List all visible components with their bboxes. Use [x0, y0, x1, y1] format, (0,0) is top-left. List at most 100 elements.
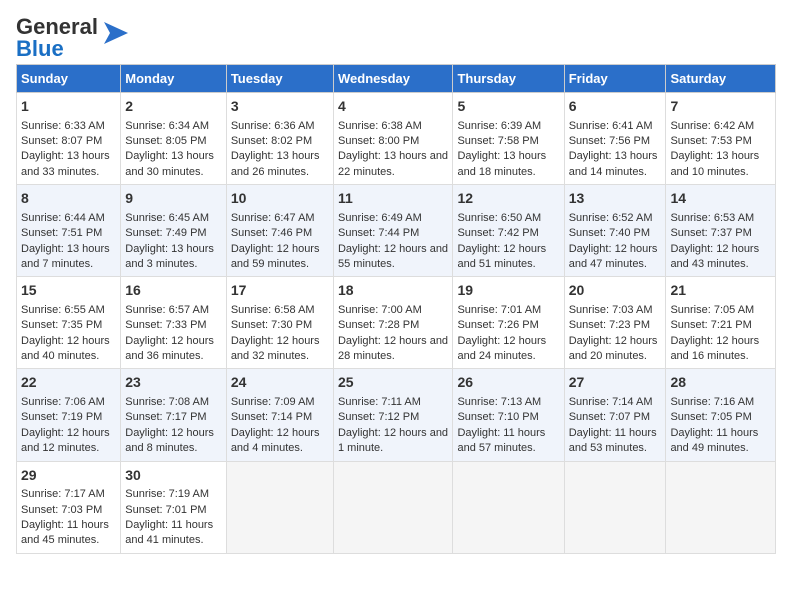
day-number: 9: [125, 189, 222, 209]
day-number: 2: [125, 97, 222, 117]
daylight-text: Daylight: 13 hours and 18 minutes.: [457, 150, 546, 177]
day-number: 21: [670, 281, 771, 301]
sunset-text: Sunset: 7:30 PM: [231, 319, 312, 331]
daylight-text: Daylight: 12 hours and 20 minutes.: [569, 335, 658, 362]
sunrise-text: Sunrise: 7:19 AM: [125, 488, 209, 500]
sunrise-text: Sunrise: 6:39 AM: [457, 120, 541, 132]
calendar-cell: 5 Sunrise: 6:39 AM Sunset: 7:58 PM Daylight…: [453, 93, 564, 185]
daylight-text: Daylight: 13 hours and 26 minutes.: [231, 150, 320, 177]
daylight-text: Daylight: 13 hours and 7 minutes.: [21, 243, 110, 270]
day-number: 20: [569, 281, 662, 301]
calendar-cell: [666, 461, 776, 553]
calendar-cell: 20Sunrise: 7:03 AMSunset: 7:23 PMDayligh…: [564, 277, 666, 369]
calendar-cell: 15Sunrise: 6:55 AMSunset: 7:35 PMDayligh…: [17, 277, 121, 369]
sunrise-text: Sunrise: 6:41 AM: [569, 120, 653, 132]
day-number: 28: [670, 373, 771, 393]
logo-arrow-icon: [100, 18, 132, 48]
daylight-text: Daylight: 13 hours and 22 minutes.: [338, 150, 448, 177]
sunset-text: Sunset: 7:10 PM: [457, 411, 538, 423]
day-header-wednesday: Wednesday: [333, 65, 452, 93]
daylight-text: Daylight: 12 hours and 12 minutes.: [21, 427, 110, 454]
day-number: 5: [457, 97, 559, 117]
logo-blue: Blue: [16, 36, 64, 61]
daylight-text: Daylight: 12 hours and 40 minutes.: [21, 335, 110, 362]
day-number: 22: [21, 373, 116, 393]
sunrise-text: Sunrise: 6:34 AM: [125, 120, 209, 132]
sunset-text: Sunset: 7:05 PM: [670, 411, 751, 423]
daylight-text: Daylight: 12 hours and 43 minutes.: [670, 243, 759, 270]
sunset-text: Sunset: 7:12 PM: [338, 411, 419, 423]
day-header-tuesday: Tuesday: [226, 65, 333, 93]
calendar-cell: 27Sunrise: 7:14 AMSunset: 7:07 PMDayligh…: [564, 369, 666, 461]
sunrise-text: Sunrise: 6:55 AM: [21, 304, 105, 316]
day-number: 8: [21, 189, 116, 209]
sunrise-text: Sunrise: 7:14 AM: [569, 396, 653, 408]
sunrise-text: Sunrise: 6:57 AM: [125, 304, 209, 316]
page-header: General Blue: [16, 16, 776, 60]
sunrise-text: Sunrise: 6:49 AM: [338, 212, 422, 224]
sunrise-text: Sunrise: 6:42 AM: [670, 120, 754, 132]
day-number: 13: [569, 189, 662, 209]
daylight-text: Daylight: 12 hours and 24 minutes.: [457, 335, 546, 362]
sunset-text: Sunset: 7:07 PM: [569, 411, 650, 423]
calendar-cell: 30Sunrise: 7:19 AMSunset: 7:01 PMDayligh…: [121, 461, 227, 553]
sunset-text: Sunset: 7:42 PM: [457, 227, 538, 239]
day-number: 3: [231, 97, 329, 117]
day-number: 30: [125, 466, 222, 486]
sunrise-text: Sunrise: 6:58 AM: [231, 304, 315, 316]
daylight-text: Daylight: 11 hours and 45 minutes.: [21, 519, 109, 546]
calendar-cell: 21Sunrise: 7:05 AMSunset: 7:21 PMDayligh…: [666, 277, 776, 369]
calendar-cell: 16Sunrise: 6:57 AMSunset: 7:33 PMDayligh…: [121, 277, 227, 369]
calendar-table: SundayMondayTuesdayWednesdayThursdayFrid…: [16, 64, 776, 554]
day-number: 11: [338, 189, 448, 209]
sunset-text: Sunset: 7:53 PM: [670, 135, 751, 147]
daylight-text: Daylight: 12 hours and 1 minute.: [338, 427, 448, 454]
sunrise-text: Sunrise: 6:53 AM: [670, 212, 754, 224]
sunset-text: Sunset: 7:21 PM: [670, 319, 751, 331]
sunrise-text: Sunrise: 7:01 AM: [457, 304, 541, 316]
sunset-text: Sunset: 7:23 PM: [569, 319, 650, 331]
day-number: 16: [125, 281, 222, 301]
sunset-text: Sunset: 7:51 PM: [21, 227, 102, 239]
day-header-thursday: Thursday: [453, 65, 564, 93]
calendar-cell: 12Sunrise: 6:50 AMSunset: 7:42 PMDayligh…: [453, 185, 564, 277]
daylight-text: Daylight: 13 hours and 3 minutes.: [125, 243, 214, 270]
sunrise-text: Sunrise: 7:17 AM: [21, 488, 105, 500]
sunrise-text: Sunrise: 6:33 AM: [21, 120, 105, 132]
calendar-week-row: 15Sunrise: 6:55 AMSunset: 7:35 PMDayligh…: [17, 277, 776, 369]
sunrise-text: Sunrise: 7:16 AM: [670, 396, 754, 408]
calendar-week-row: 29Sunrise: 7:17 AMSunset: 7:03 PMDayligh…: [17, 461, 776, 553]
sunrise-text: Sunrise: 7:08 AM: [125, 396, 209, 408]
calendar-cell: 13Sunrise: 6:52 AMSunset: 7:40 PMDayligh…: [564, 185, 666, 277]
sunset-text: Sunset: 7:46 PM: [231, 227, 312, 239]
sunset-text: Sunset: 7:44 PM: [338, 227, 419, 239]
calendar-cell: 6Sunrise: 6:41 AMSunset: 7:56 PMDaylight…: [564, 93, 666, 185]
calendar-cell: 10Sunrise: 6:47 AMSunset: 7:46 PMDayligh…: [226, 185, 333, 277]
day-header-saturday: Saturday: [666, 65, 776, 93]
daylight-text: Daylight: 12 hours and 32 minutes.: [231, 335, 320, 362]
sunset-text: Sunset: 7:58 PM: [457, 135, 538, 147]
calendar-week-row: 1Sunrise: 6:33 AMSunset: 8:07 PMDaylight…: [17, 93, 776, 185]
day-number: 1: [21, 97, 116, 117]
sunrise-text: Sunrise: 7:05 AM: [670, 304, 754, 316]
day-number: 29: [21, 466, 116, 486]
daylight-text: Daylight: 13 hours and 10 minutes.: [670, 150, 759, 177]
calendar-cell: 24Sunrise: 7:09 AMSunset: 7:14 PMDayligh…: [226, 369, 333, 461]
sunset-text: Sunset: 8:00 PM: [338, 135, 419, 147]
daylight-text: Daylight: 12 hours and 51 minutes.: [457, 243, 546, 270]
sunset-text: Sunset: 8:05 PM: [125, 135, 206, 147]
sunset-text: Sunset: 7:14 PM: [231, 411, 312, 423]
calendar-cell: 28Sunrise: 7:16 AMSunset: 7:05 PMDayligh…: [666, 369, 776, 461]
daylight-text: Daylight: 12 hours and 4 minutes.: [231, 427, 320, 454]
day-header-sunday: Sunday: [17, 65, 121, 93]
day-number: 7: [670, 97, 771, 117]
sunset-text: Sunset: 8:02 PM: [231, 135, 312, 147]
calendar-week-row: 8Sunrise: 6:44 AMSunset: 7:51 PMDaylight…: [17, 185, 776, 277]
sunrise-text: Sunrise: 6:52 AM: [569, 212, 653, 224]
sunset-text: Sunset: 7:01 PM: [125, 504, 206, 516]
sunset-text: Sunset: 7:56 PM: [569, 135, 650, 147]
sunrise-text: Sunrise: 6:45 AM: [125, 212, 209, 224]
calendar-cell: 17Sunrise: 6:58 AMSunset: 7:30 PMDayligh…: [226, 277, 333, 369]
daylight-text: Daylight: 11 hours and 53 minutes.: [569, 427, 657, 454]
day-header-friday: Friday: [564, 65, 666, 93]
